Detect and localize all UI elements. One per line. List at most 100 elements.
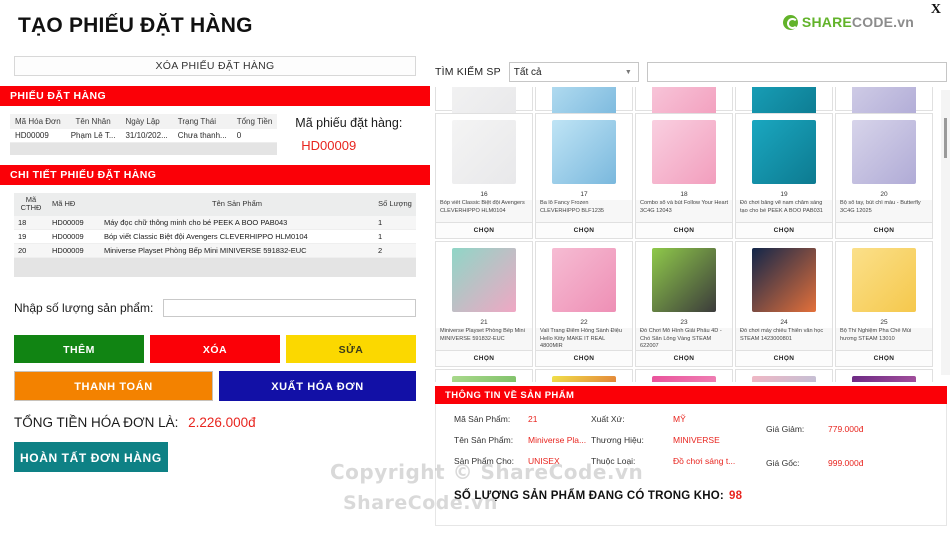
product-card[interactable]: 20 Bộ sổ tay, bút chì màu - Butterfly 3C… — [835, 113, 933, 239]
cell-ma-cthd: 20 — [14, 243, 48, 258]
product-index: 18 — [680, 191, 688, 198]
detail-header-row: Mã CTHĐ Mã HĐ Tên Sản Phẩm Số Lượng — [14, 192, 416, 216]
product-card[interactable]: 19 Đồ chơi bảng vẽ nam châm sáng tạo cho… — [735, 113, 833, 239]
product-name: Combo sổ và bút Follow Your Heart 3C4G 1… — [636, 200, 732, 222]
cell-trang-thai: Chưa thanh... — [172, 129, 232, 144]
select-product-button[interactable]: CHỌN — [736, 350, 832, 366]
product-name: Đồ chơi bảng vẽ nam châm sáng tạo cho bé… — [736, 200, 832, 222]
select-product-button[interactable]: CHỌN — [836, 222, 932, 238]
scrollbar-thumb[interactable] — [944, 118, 947, 158]
table-row[interactable]: 18 HD00009 Máy đọc chữ thông minh cho bé… — [14, 215, 416, 230]
product-card[interactable] — [535, 87, 633, 122]
cell-ten-san-pham: Máy đọc chữ thông minh cho bé PEEK A BOO… — [100, 215, 374, 230]
product-card[interactable]: 21 Miniverse Playset Phòng Bếp Mini MINI… — [435, 241, 533, 367]
search-label: TÌM KIẾM SP — [435, 66, 501, 78]
select-product-button[interactable]: CHỌN — [436, 350, 532, 366]
select-product-button[interactable]: CHỌN — [736, 222, 832, 238]
order-detail-table[interactable]: Mã CTHĐ Mã HĐ Tên Sản Phẩm Số Lượng 18 H… — [14, 192, 416, 278]
info-key: Sản Phẩm Cho: — [454, 456, 515, 466]
col-trang-thai: Trạng Thái — [172, 114, 232, 130]
product-card[interactable]: 30 — [835, 369, 933, 382]
product-grid[interactable]: 16 Bóp viết Classic Biệt đội Avengers CL… — [435, 87, 947, 382]
table-row[interactable]: HD00009 Phạm Lê T... 31/10/202... Chưa t… — [10, 129, 278, 144]
pay-button[interactable]: THANH TOÁN — [14, 371, 213, 402]
order-summary-area: Mã Hóa Đơn Tên Nhân Ngày Lập Trạng Thái … — [10, 114, 420, 155]
product-card[interactable]: 26 — [435, 369, 533, 382]
info-field: Giá Giảm: 779.000đ — [766, 424, 926, 434]
quantity-input[interactable] — [163, 299, 416, 318]
info-value: UNISEX — [528, 456, 560, 466]
select-product-button[interactable]: CHỌN — [536, 350, 632, 366]
finish-order-button[interactable]: HOÀN TẤT ĐƠN HÀNG — [14, 442, 168, 473]
info-field: Thuộc Loại: Đồ chơi sáng t... — [591, 456, 766, 466]
cell-ma-hd: HD00009 — [48, 243, 100, 258]
page-title: TẠO PHIẾU ĐẶT HÀNG — [18, 14, 253, 37]
total-label: TỔNG TIỀN HÓA ĐƠN LÀ: — [14, 415, 179, 431]
cell-tong-tien: 0 — [231, 129, 278, 144]
product-index: 22 — [580, 319, 588, 326]
close-icon[interactable]: X — [931, 2, 941, 18]
info-key: Tên Sản Phẩm: — [454, 435, 514, 445]
cell-ma-hd: HD00009 — [48, 229, 100, 244]
info-value: Miniverse Pla... — [528, 435, 587, 445]
product-card[interactable]: 29 — [735, 369, 833, 382]
sharecode-logo-icon — [782, 14, 798, 30]
table-row[interactable]: 20 HD00009 Miniverse Playset Phòng Bếp M… — [14, 243, 416, 258]
product-index: 25 — [880, 319, 888, 326]
sharecode-logo: SHARECODE.vn — [782, 14, 914, 30]
delete-order-button[interactable]: XÓA PHIẾU ĐẶT HÀNG — [14, 56, 416, 76]
order-code-block: Mã phiếu đặt hàng: HD00009 — [295, 114, 402, 155]
info-key: Giá Gốc: — [766, 458, 800, 468]
product-row: 21 Miniverse Playset Phòng Bếp Mini MINI… — [435, 241, 935, 367]
select-product-button[interactable]: CHỌN — [436, 222, 532, 238]
info-field: Giá Gốc: 999.000đ — [766, 458, 926, 468]
col-ma-cthd: Mã CTHĐ — [14, 192, 48, 216]
product-panel: SHARECODE.vn X TÌM KIẾM SP Tất cả ▼ 16 B… — [430, 0, 950, 534]
product-card[interactable]: 16 Bóp viết Classic Biệt đội Avengers CL… — [435, 113, 533, 239]
order-section-header: PHIẾU ĐẶT HÀNG — [0, 86, 430, 106]
delete-button[interactable]: XÓA — [150, 335, 280, 364]
product-thumbnail — [536, 87, 632, 122]
product-card[interactable]: 18 Combo sổ và bút Follow Your Heart 3C4… — [635, 113, 733, 239]
product-thumbnail — [736, 370, 832, 382]
cell-ten-san-pham: Miniverse Playset Phòng Bếp Mini MINIVER… — [100, 243, 374, 258]
product-card[interactable]: 28 — [635, 369, 733, 382]
product-card[interactable]: 25 Bộ Thí Nghiệm Pha Chế Mùi hương STEAM… — [835, 241, 933, 367]
export-invoice-button[interactable]: XUẤT HÓA ĐƠN — [219, 371, 416, 402]
product-card[interactable] — [635, 87, 733, 122]
info-value: 21 — [528, 414, 538, 424]
product-index: 16 — [480, 191, 488, 198]
info-field: Xuất Xứ: MỸ — [591, 414, 766, 424]
product-info-col-2: Xuất Xứ: MỸ Thương Hiệu: MINIVERSE Thuộc… — [591, 414, 766, 492]
table-header-row: Mã Hóa Đơn Tên Nhân Ngày Lập Trạng Thái … — [10, 114, 278, 130]
product-card[interactable]: 23 Đồ Chơi Mô Hình Giải Phẫu 4D - Chó Să… — [635, 241, 733, 367]
product-card[interactable]: 22 Vali Trang Điểm Hồng Sành Điệu Hello … — [535, 241, 633, 367]
search-category-select[interactable]: Tất cả ▼ — [508, 62, 639, 82]
product-thumbnail — [736, 114, 832, 190]
cell-ten-nhan: Phạm Lê T... — [65, 129, 121, 144]
edit-button[interactable]: SỬA — [286, 335, 416, 364]
product-card[interactable] — [835, 87, 933, 122]
stock-value: 98 — [728, 490, 743, 502]
select-product-button[interactable]: CHỌN — [636, 350, 732, 366]
select-product-button[interactable]: CHỌN — [536, 222, 632, 238]
product-card[interactable]: 27 — [535, 369, 633, 382]
col-tong-tien: Tổng Tiền — [231, 114, 278, 130]
product-info-col-1: Mã Sản Phẩm: 21 Tên Sản Phẩm: Miniverse … — [436, 414, 591, 492]
info-value: MỸ — [673, 414, 686, 424]
product-card[interactable] — [735, 87, 833, 122]
add-button[interactable]: THÊM — [14, 335, 144, 364]
table-row[interactable]: 19 HD00009 Bóp viết Classic Biệt đội Ave… — [14, 229, 416, 244]
product-card[interactable] — [435, 87, 533, 122]
select-product-button[interactable]: CHỌN — [636, 222, 732, 238]
select-product-button[interactable]: CHỌN — [836, 350, 932, 366]
product-grid-scrollbar[interactable] — [941, 90, 950, 375]
product-card[interactable]: 17 Ba lô Fancy Frozen CLEVERHIPPO BLF123… — [535, 113, 633, 239]
product-card[interactable]: 24 Đồ chơi máy chiếu Thiên văn học STEAM… — [735, 241, 833, 367]
order-table[interactable]: Mã Hóa Đơn Tên Nhân Ngày Lập Trạng Thái … — [10, 114, 278, 155]
product-thumbnail — [836, 370, 932, 382]
info-value: 999.000đ — [828, 458, 864, 468]
product-thumbnail — [436, 370, 532, 382]
search-input[interactable] — [646, 62, 947, 82]
cell-so-luong: 2 — [374, 243, 416, 258]
